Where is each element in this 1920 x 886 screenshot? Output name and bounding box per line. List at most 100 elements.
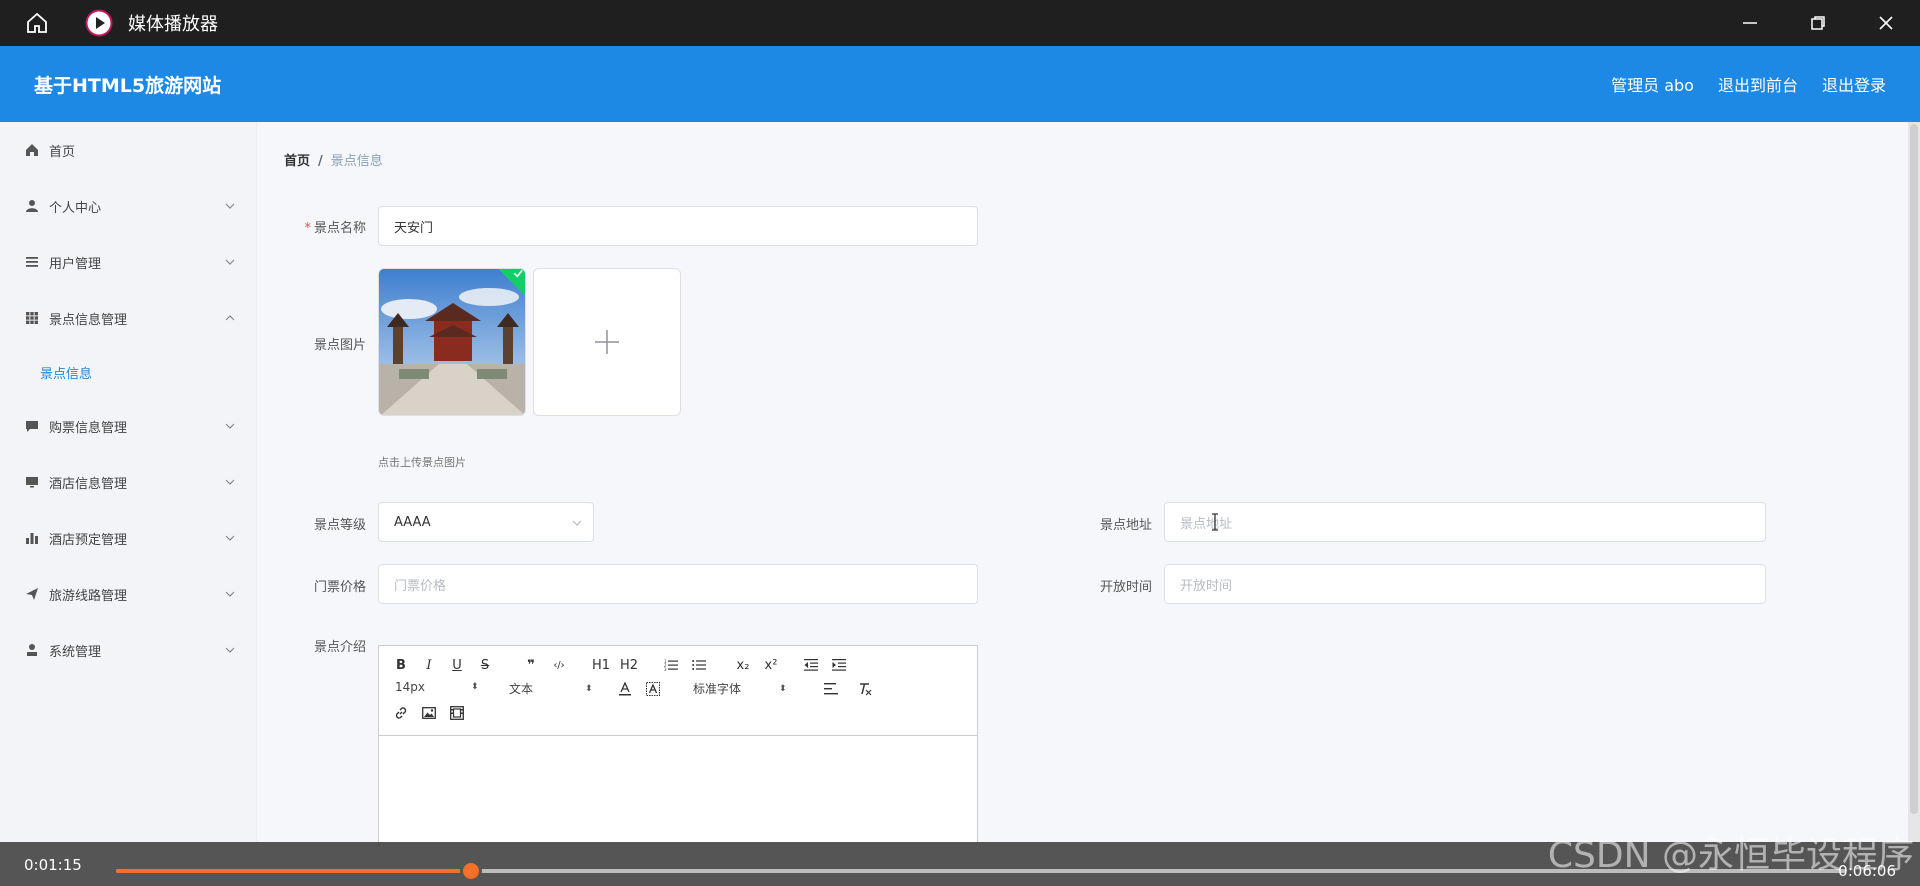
chevron-down-icon	[225, 535, 235, 541]
sidebar-item-tickets[interactable]: 购票信息管理	[0, 398, 256, 454]
bar-chart-icon	[24, 530, 40, 546]
close-icon[interactable]	[1852, 0, 1920, 46]
sidebar-item-label: 酒店信息管理	[49, 476, 128, 492]
home-icon	[24, 142, 40, 158]
breadcrumb: 首页 / 景点信息	[284, 150, 383, 169]
font-color-icon[interactable]	[613, 678, 637, 700]
editor-body[interactable]	[379, 736, 977, 844]
plus-icon	[595, 330, 619, 354]
background-color-icon[interactable]	[641, 678, 665, 700]
clear-format-icon[interactable]	[853, 678, 877, 700]
sidebar-item-bookings[interactable]: 酒店预定管理	[0, 510, 256, 566]
grid-icon	[24, 310, 40, 326]
address-label: 景点地址	[1099, 518, 1152, 533]
sidebar-item-hotels[interactable]: 酒店信息管理	[0, 454, 256, 510]
site-title: 基于HTML5旅游网站	[34, 74, 222, 97]
chevron-down-icon	[225, 591, 235, 597]
sidebar-item-label: 景点信息管理	[49, 312, 128, 328]
price-input[interactable]: 门票价格	[378, 564, 978, 604]
chevron-down-icon	[225, 479, 235, 485]
person-icon	[24, 642, 40, 658]
elapsed-time: 0:01:15	[24, 856, 82, 874]
list-icon	[24, 254, 40, 270]
sidebar-item-label: 用户管理	[49, 256, 102, 272]
app-header: 基于HTML5旅游网站 管理员 abo 退出到前台 退出登录	[0, 46, 1920, 122]
watermark: CSDN @永恒毕设程序	[1547, 835, 1914, 876]
font-family-value: 标准字体	[693, 682, 742, 696]
sidebar-subitem-scenic-info[interactable]: 景点信息	[0, 346, 256, 398]
underline-button[interactable]: U	[445, 654, 469, 676]
h1-button[interactable]: H1	[589, 654, 613, 676]
italic-button[interactable]: I	[417, 654, 441, 676]
video-icon[interactable]	[445, 702, 469, 724]
chevron-down-icon	[225, 259, 235, 265]
quote-button[interactable]: ❞	[519, 654, 543, 676]
sidebar-item-label: 旅游线路管理	[49, 588, 128, 604]
restore-icon[interactable]	[1784, 0, 1852, 46]
upload-add-button[interactable]	[533, 268, 681, 416]
ordered-list-icon[interactable]: 123	[659, 654, 683, 676]
player-title-bar: 媒体播放器	[0, 0, 1920, 46]
link-icon[interactable]	[389, 702, 413, 724]
chevron-up-icon	[225, 315, 235, 321]
subscript-button[interactable]: x₂	[731, 654, 755, 676]
media-player-logo-icon	[84, 8, 114, 38]
scrollbar-thumb[interactable]	[1910, 124, 1918, 814]
rich-text-editor[interactable]: B I U S ❞ ‹/› H1 H2 123 x₂ x² 14px ⬍ 文本 ⬍ …	[378, 645, 978, 845]
align-icon[interactable]	[819, 678, 843, 700]
svg-text:3: 3	[664, 667, 667, 671]
text-cursor-icon	[1212, 513, 1218, 531]
minimize-icon[interactable]	[1716, 0, 1784, 46]
bold-button[interactable]: B	[389, 654, 413, 676]
code-button[interactable]: ‹/›	[547, 654, 571, 676]
main-content: 首页 / 景点信息 * 景点名称 天安门 景点图片 点击上传景点图片 景点等级 …	[258, 122, 1908, 845]
level-select[interactable]: AAAA	[378, 502, 594, 542]
select-arrows-icon: ⬍	[471, 682, 479, 692]
breadcrumb-current: 景点信息	[330, 154, 383, 169]
paragraph-select[interactable]: 文本 ⬍	[509, 680, 599, 697]
sidebar-item-routes[interactable]: 旅游线路管理	[0, 566, 256, 622]
h2-button[interactable]: H2	[617, 654, 641, 676]
level-value: AAAA	[394, 514, 431, 530]
sidebar-item-users[interactable]: 用户管理	[0, 234, 256, 290]
select-arrows-icon: ⬍	[779, 683, 787, 694]
sidebar-item-personal[interactable]: 个人中心	[0, 178, 256, 234]
strike-button[interactable]: S	[473, 654, 497, 676]
logout-link[interactable]: 退出登录	[1822, 72, 1886, 96]
font-size-select[interactable]: 14px ⬍	[395, 680, 485, 694]
font-size-value: 14px	[395, 680, 425, 694]
font-family-select[interactable]: 标准字体 ⬍	[693, 680, 793, 697]
sidebar-item-system[interactable]: 系统管理	[0, 622, 256, 678]
address-input[interactable]: 景点地址	[1164, 502, 1766, 542]
to-frontend-link[interactable]: 退出到前台	[1718, 72, 1798, 96]
outdent-icon[interactable]	[799, 654, 823, 676]
vertical-scrollbar[interactable]	[1908, 122, 1920, 842]
admin-label: 管理员 abo	[1611, 76, 1694, 95]
uploaded-image[interactable]	[378, 268, 526, 416]
sidebar-item-home[interactable]: 首页	[0, 122, 256, 178]
superscript-button[interactable]: x²	[759, 654, 783, 676]
open-time-input[interactable]: 开放时间	[1164, 564, 1766, 604]
breadcrumb-home[interactable]: 首页	[284, 154, 310, 169]
editor-toolbar: B I U S ❞ ‹/› H1 H2 123 x₂ x² 14px ⬍ 文本 ⬍ …	[379, 646, 977, 736]
bullet-list-icon[interactable]	[687, 654, 711, 676]
monitor-icon	[24, 474, 40, 490]
name-input[interactable]: 天安门	[378, 206, 978, 246]
sidebar-item-label: 酒店预定管理	[49, 532, 128, 548]
player-title: 媒体播放器	[128, 14, 218, 35]
home-icon[interactable]	[14, 0, 60, 46]
image-label: 景点图片	[313, 338, 366, 353]
send-icon	[24, 586, 40, 602]
indent-icon[interactable]	[827, 654, 851, 676]
sidebar-item-label: 首页	[49, 144, 76, 160]
sidebar-item-label: 购票信息管理	[49, 420, 128, 436]
level-label: 景点等级	[313, 518, 366, 533]
intro-label: 景点介绍	[313, 640, 366, 655]
sidebar-item-scenic[interactable]: 景点信息管理	[0, 290, 256, 346]
sidebar: 首页 个人中心 用户管理 景点信息管理 景点信息 购票信息管理 酒店信息管理 酒…	[0, 122, 257, 842]
chevron-down-icon	[572, 520, 582, 526]
temple-photo	[379, 269, 525, 415]
sidebar-item-label: 系统管理	[49, 644, 102, 660]
image-icon[interactable]	[417, 702, 441, 724]
seek-bar-handle[interactable]	[459, 860, 482, 882]
